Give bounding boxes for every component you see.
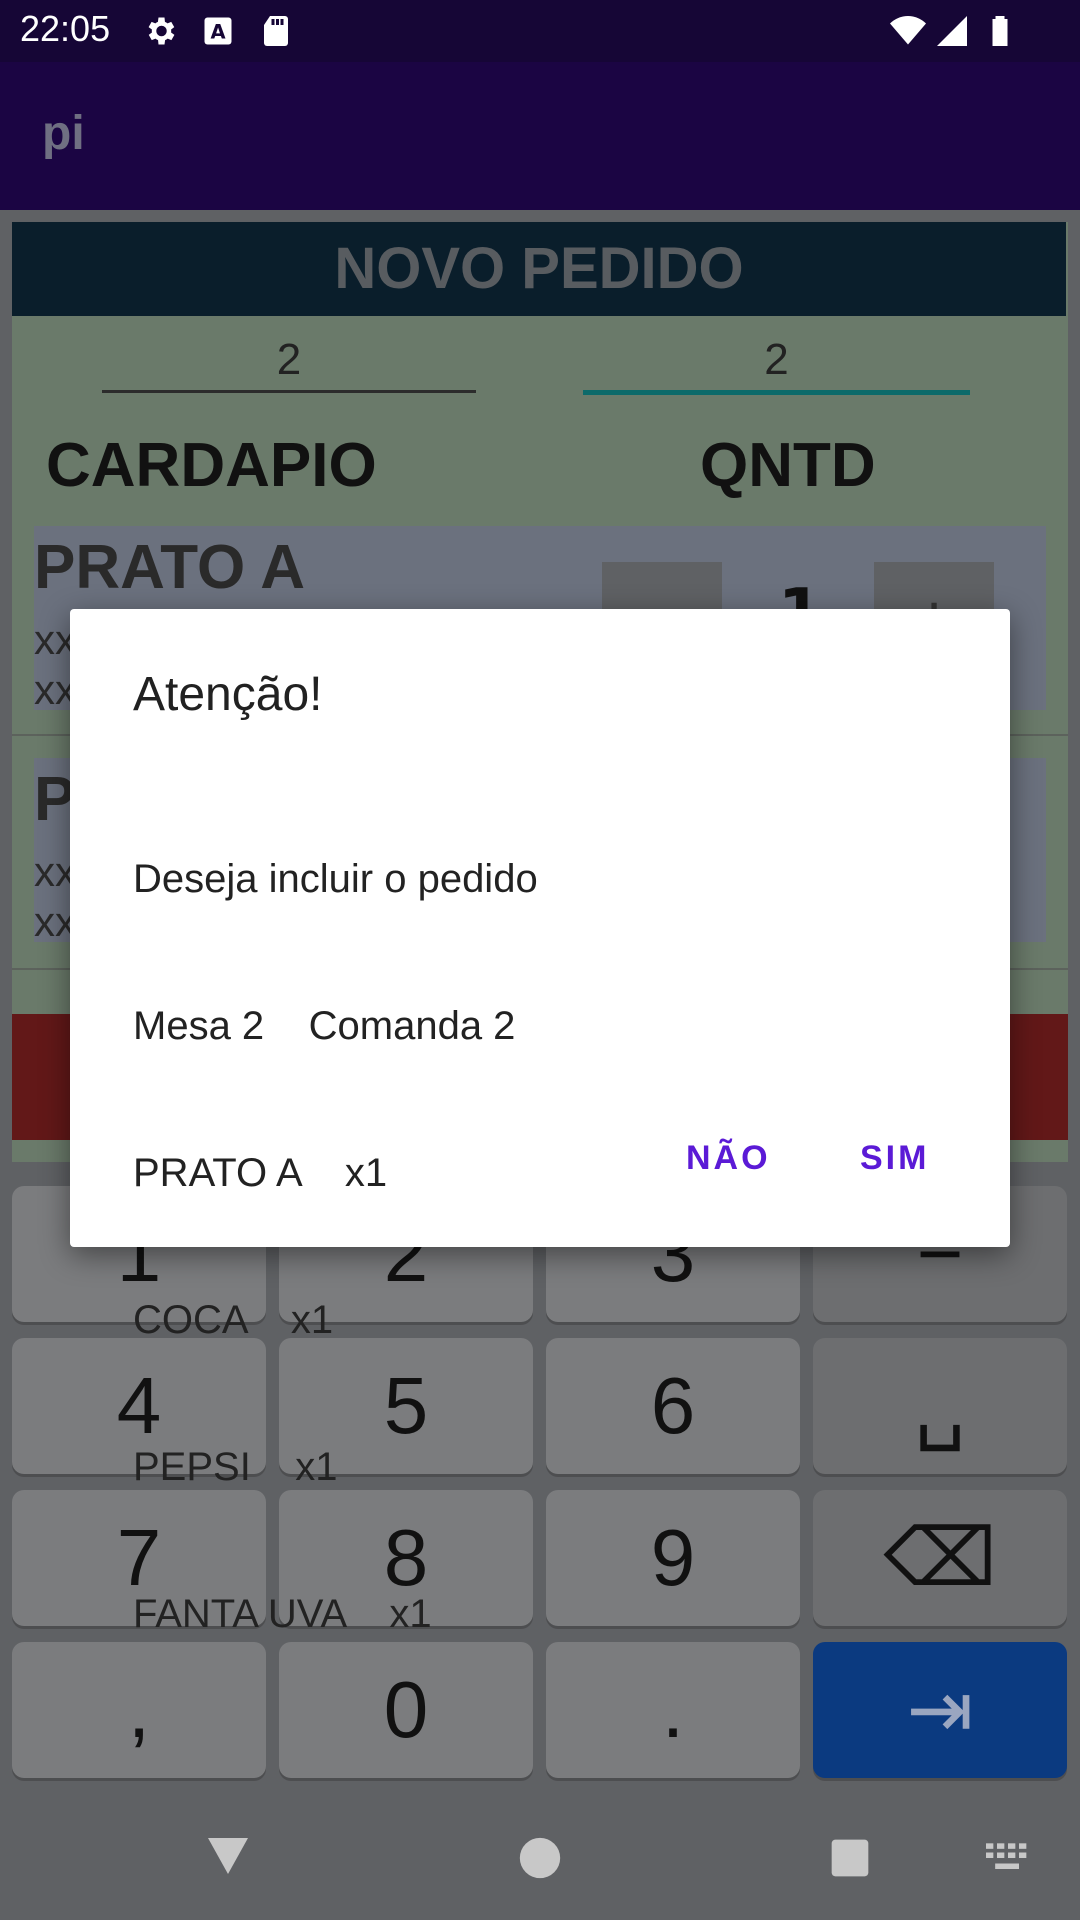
battery-icon (992, 16, 1008, 46)
mesa-field[interactable]: 2 (102, 330, 476, 393)
wifi-icon (890, 16, 926, 45)
navigation-bar (0, 1788, 1080, 1920)
message-line: Mesa 2 Comanda 2 (133, 1004, 516, 1048)
dialog-message: Deseja incluir o pedido Mesa 2 Comanda 2… (133, 757, 538, 1737)
message-line: Deseja incluir o pedido (133, 857, 538, 901)
mesa-value: 2 (276, 335, 302, 384)
status-time: 22:05 (20, 8, 111, 49)
no-button[interactable]: NÃO (686, 1139, 771, 1178)
dialog-title: Atenção! (133, 668, 323, 721)
recents-icon[interactable] (828, 1836, 872, 1880)
settings-icon (148, 17, 175, 45)
key-9[interactable]: 9 (546, 1490, 800, 1626)
key-period[interactable]: . (546, 1642, 800, 1778)
comanda-value: 2 (764, 335, 789, 384)
enter-key[interactable]: ⇥ (813, 1642, 1067, 1778)
confirm-order-button[interactable] (1010, 1014, 1068, 1140)
app-title: pi (42, 107, 85, 160)
message-line: COCA x1 (133, 1298, 334, 1342)
message-line: PRATO A x1 (133, 1151, 388, 1195)
message-line: PEPSI x1 (133, 1445, 338, 1489)
item-name: PRATO A (34, 533, 305, 602)
confirm-dialog: Atenção! Deseja incluir o pedido Mesa 2 … (70, 609, 1010, 1636)
status-bar: 22:05 A (0, 0, 1080, 62)
sd-card-icon (264, 16, 288, 46)
back-icon[interactable] (204, 1834, 252, 1878)
page-title: NOVO PEDIDO (12, 222, 1066, 316)
key-space[interactable]: ␣ (813, 1338, 1067, 1474)
svg-text:A: A (210, 21, 225, 44)
cancel-order-button[interactable] (12, 1014, 72, 1140)
comanda-field[interactable]: 2 (583, 330, 970, 395)
app-bar: pi (0, 62, 1080, 210)
yes-button[interactable]: SIM (860, 1139, 929, 1178)
qntd-label: QNTD (700, 431, 876, 500)
backspace-key[interactable]: ⌫ (813, 1490, 1067, 1626)
cardapio-label: CARDAPIO (46, 431, 377, 500)
key-6[interactable]: 6 (546, 1338, 800, 1474)
keyboard-switch-icon[interactable] (986, 1842, 1030, 1874)
home-icon[interactable] (518, 1836, 562, 1880)
message-line: FANTA UVA x1 (133, 1592, 432, 1636)
signal-icon (937, 16, 967, 46)
a-notification-icon: A (204, 17, 232, 45)
